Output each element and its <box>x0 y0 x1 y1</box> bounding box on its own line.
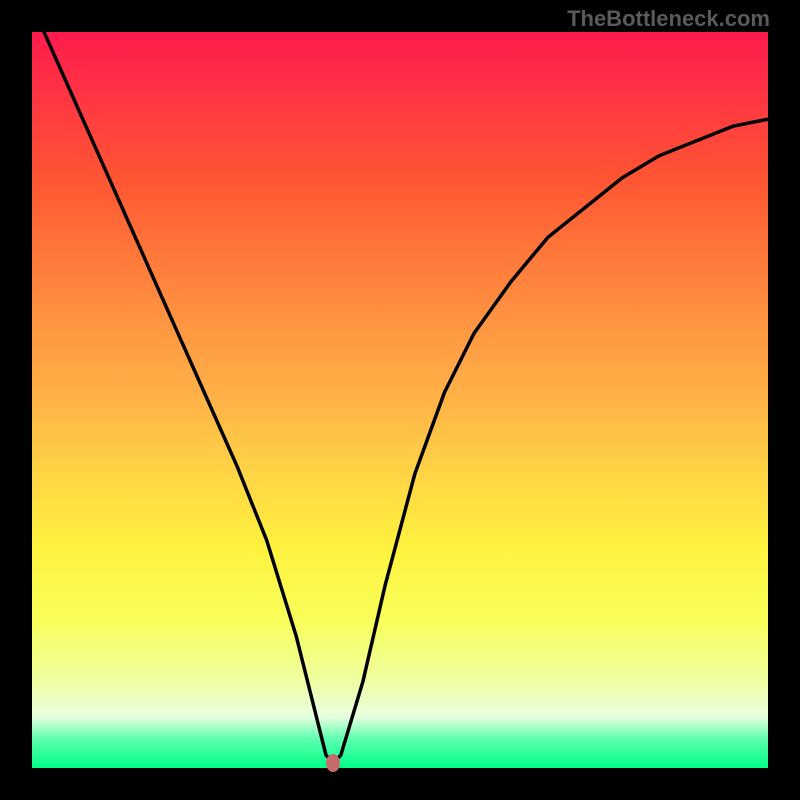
watermark-text: TheBottleneck.com <box>567 6 770 32</box>
curve-svg <box>30 30 770 770</box>
bottleneck-curve <box>30 30 770 763</box>
minimum-marker <box>326 754 340 772</box>
chart-container: TheBottleneck.com <box>0 0 800 800</box>
